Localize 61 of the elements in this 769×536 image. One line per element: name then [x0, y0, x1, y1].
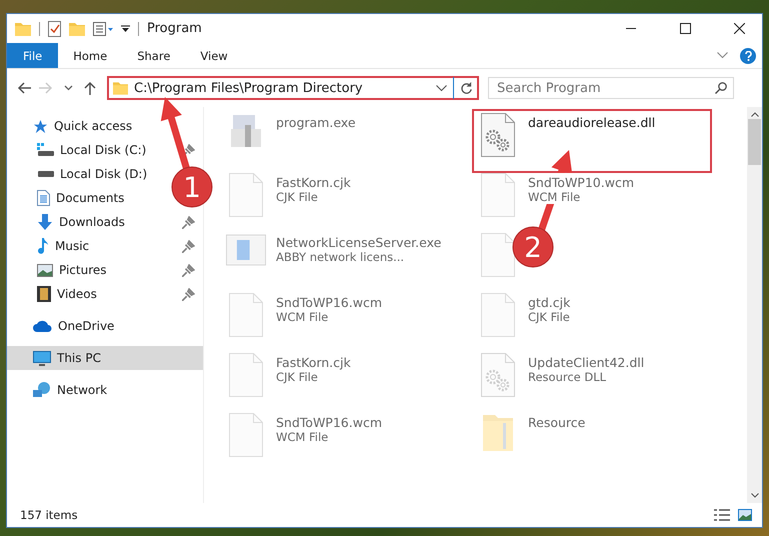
chevron-down-icon[interactable]: [717, 52, 728, 59]
document-icon: [37, 190, 50, 206]
refresh-icon[interactable]: [460, 82, 473, 94]
dropdown-arrow-icon: [121, 24, 130, 32]
ribbon-tab[interactable]: Home: [58, 43, 122, 68]
step-number-badge: 2: [512, 226, 554, 268]
sidebar-item[interactable]: Pictures: [7, 258, 203, 282]
folder-icon: [113, 80, 128, 96]
scroll-up-icon[interactable]: [750, 112, 758, 117]
monitor-icon: [33, 350, 51, 366]
chevron-down-icon[interactable]: [64, 85, 72, 91]
file-name: SndToWP10.wcm: [528, 173, 634, 190]
window-title: Program: [147, 21, 202, 36]
sidebar-item[interactable]: OneDrive: [7, 314, 118, 338]
up-arrow-icon[interactable]: [84, 81, 96, 95]
ribbon-tab[interactable]: View: [185, 43, 243, 68]
network-icon: [33, 382, 51, 398]
search-field[interactable]: Search Program: [488, 77, 734, 99]
help-icon[interactable]: [740, 48, 756, 64]
sidebar-item[interactable]: Network: [7, 378, 112, 402]
chevron-down-icon[interactable]: [436, 84, 447, 92]
address-bar[interactable]: C:\Program Files\Program Directory: [107, 76, 479, 100]
sidebar-item[interactable]: Videos: [7, 282, 203, 306]
details-view-icon[interactable]: [714, 509, 730, 521]
sidebar-item[interactable]: This PC: [7, 346, 203, 370]
properties-icon: [93, 22, 113, 36]
folder-icon: [15, 22, 31, 36]
download-arrow-icon: [37, 214, 53, 230]
close-icon[interactable]: [734, 23, 744, 34]
music-note-icon: [37, 238, 49, 254]
sidebar-item[interactable]: Quick access: [7, 114, 136, 138]
cloud-icon: [33, 320, 52, 332]
sidebar-item[interactable]: Local Disk (C:): [7, 138, 203, 162]
sidebar-item[interactable]: Downloads: [7, 210, 203, 234]
highlighted-file-item[interactable]: dareaudiorelease.dll: [474, 111, 710, 171]
sidebar-item[interactable]: Local Disk (D:): [7, 162, 152, 186]
file-type: CJK File: [528, 310, 570, 324]
pin-icon[interactable]: [182, 264, 195, 276]
ribbon-tab[interactable]: File: [7, 43, 58, 68]
drive-icon: [37, 143, 54, 157]
pin-icon[interactable]: [182, 240, 195, 252]
pin-icon[interactable]: [182, 144, 195, 156]
scrollbar-thumb[interactable]: [748, 119, 761, 165]
large-icons-view-icon[interactable]: [738, 509, 752, 521]
scroll-down-icon[interactable]: [750, 493, 758, 498]
back-arrow-icon[interactable]: [17, 82, 31, 94]
drive-icon: [37, 171, 54, 177]
star-icon: [33, 118, 48, 134]
step-number-badge: 1: [172, 166, 212, 208]
pin-icon[interactable]: [182, 216, 195, 228]
maximize-icon[interactable]: [680, 23, 690, 34]
sidebar-item[interactable]: Music: [7, 234, 203, 258]
item-count: 157 items: [20, 508, 78, 522]
sidebar-item[interactable]: Documents: [7, 186, 128, 210]
checklist-icon: [48, 20, 61, 36]
ribbon-tab[interactable]: Share: [122, 43, 186, 68]
pin-icon[interactable]: [182, 288, 195, 300]
new-folder-icon: [69, 22, 85, 36]
search-icon[interactable]: [715, 82, 727, 94]
film-icon: [37, 286, 51, 302]
picture-icon: [37, 264, 53, 276]
